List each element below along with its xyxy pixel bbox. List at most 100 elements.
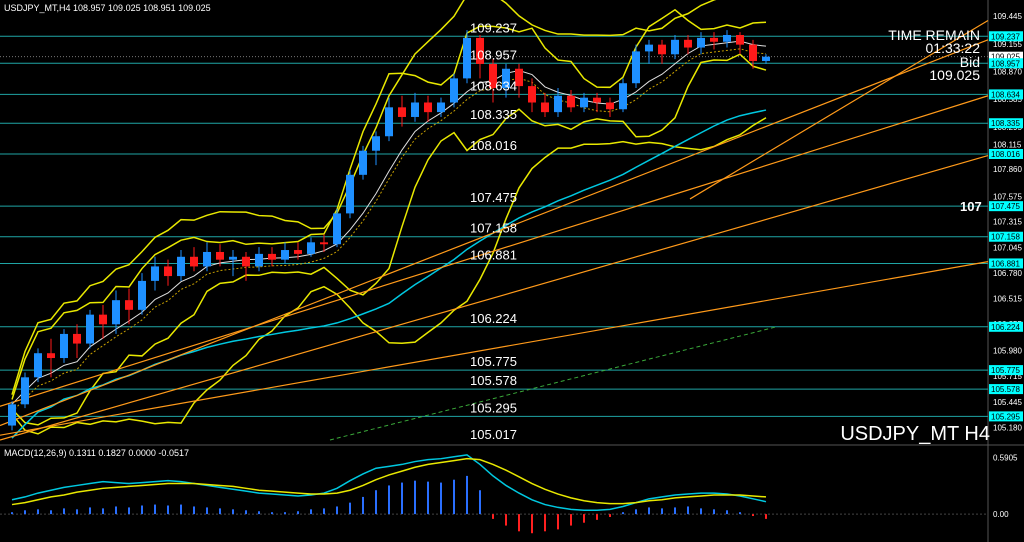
candle-body xyxy=(21,377,29,405)
candle-body xyxy=(554,95,562,113)
candle-body xyxy=(580,97,588,108)
macd-layer: 0.5905 0.00 xyxy=(0,454,1018,534)
candle-body xyxy=(658,44,666,55)
indicator-lines-layer xyxy=(11,0,767,439)
candle-body xyxy=(203,251,211,267)
candle-body xyxy=(73,333,81,344)
price-axis-tick: 105.980 xyxy=(993,346,1022,355)
price-axis-tick: 106.780 xyxy=(993,269,1022,278)
bollinger-upper-outer xyxy=(11,0,717,395)
macd-axis-tick: 0.00 xyxy=(993,510,1009,519)
candle-body xyxy=(294,250,302,254)
level-label: 105.017 xyxy=(470,427,517,442)
candle-body xyxy=(190,256,198,267)
trading-chart: 109.237 108.957 108.634 108.335 108.016 107.4… xyxy=(0,0,1024,542)
candle-body xyxy=(359,150,367,175)
marker-107: 107 xyxy=(960,199,982,214)
symbol-title: USDJPY_MT H4 xyxy=(840,423,990,445)
candle-body xyxy=(762,56,770,62)
candle-body xyxy=(593,97,601,103)
price-tag-label: 106.224 xyxy=(991,323,1020,332)
candle-body xyxy=(437,102,445,113)
macd-header-label: MACD(12,26,9) 0.1311 0.1827 0.0000 -0.05… xyxy=(4,448,189,458)
level-label: 106.881 xyxy=(470,247,517,262)
candle-body xyxy=(671,39,679,55)
price-tag-label: 108.016 xyxy=(991,150,1020,159)
price-axis-layer: 109.445109.155108.870108.585108.295108.1… xyxy=(989,12,1023,432)
candle-body xyxy=(398,107,406,117)
level-label: 107.158 xyxy=(470,221,517,236)
price-tag-label: 109.237 xyxy=(991,32,1020,41)
price-axis-tick: 105.180 xyxy=(993,423,1022,432)
price-axis-tick: 109.155 xyxy=(993,40,1022,49)
price-axis-tick: 108.870 xyxy=(993,68,1022,77)
candle-body xyxy=(229,256,237,260)
price-tag-label: 106.881 xyxy=(991,259,1020,268)
candle-body xyxy=(619,83,627,110)
candle-body xyxy=(164,266,172,277)
bollinger-lower-outer xyxy=(11,117,767,435)
level-label: 105.578 xyxy=(470,373,517,388)
candle-body xyxy=(268,253,276,260)
candle-body xyxy=(47,353,55,359)
price-axis-tick: 107.575 xyxy=(993,193,1022,202)
candle-body xyxy=(177,256,185,277)
candle-body xyxy=(385,107,393,137)
candle-body xyxy=(138,280,146,310)
candle-body xyxy=(242,256,250,267)
bollinger-upper-inner xyxy=(11,8,767,400)
price-tag-label: 105.775 xyxy=(991,366,1020,375)
price-axis-tick: 107.045 xyxy=(993,244,1022,253)
price-chart-svg: 109.237 108.957 108.634 108.335 108.016 107.4… xyxy=(0,0,1024,542)
candle-body xyxy=(645,44,653,52)
price-tag-label: 108.634 xyxy=(991,90,1020,99)
candle-body xyxy=(333,213,341,245)
price-tag-label: 108.957 xyxy=(991,59,1020,68)
candle-body xyxy=(86,314,94,344)
candle-body xyxy=(8,404,16,426)
candle-body xyxy=(411,102,419,117)
price-axis-tick: 107.860 xyxy=(993,165,1022,174)
macd-axis-tick: 0.5905 xyxy=(993,454,1018,463)
price-axis-tick: 108.115 xyxy=(993,140,1022,149)
candle-body xyxy=(112,300,120,325)
price-tag-label: 105.578 xyxy=(991,385,1020,394)
candle-body xyxy=(684,39,692,48)
level-labels-layer: 109.237 108.957 108.634 108.335 108.016 107.4… xyxy=(470,20,517,442)
level-label: 108.957 xyxy=(470,47,517,62)
level-label: 106.224 xyxy=(470,311,517,326)
candle-body xyxy=(567,95,575,108)
candle-body xyxy=(307,242,315,254)
price-tag-label: 107.475 xyxy=(991,202,1020,211)
price-tag-label: 108.335 xyxy=(991,119,1020,128)
candle-body xyxy=(749,44,757,62)
candle-body xyxy=(372,136,380,151)
price-axis-tick: 109.445 xyxy=(993,12,1022,21)
candle-body xyxy=(632,51,640,84)
candle-body xyxy=(424,102,432,113)
price-axis-tick: 106.515 xyxy=(993,295,1022,304)
candle-body xyxy=(723,35,731,42)
level-label: 109.237 xyxy=(470,20,517,35)
candle-body xyxy=(710,37,718,42)
candle-body xyxy=(528,86,536,103)
candle-body xyxy=(125,300,133,310)
candle-body xyxy=(216,251,224,260)
main-header-label: USDJPY_MT,H4 108.957 109.025 108.951 109… xyxy=(4,3,211,13)
candle-body xyxy=(346,174,354,214)
candle-body xyxy=(60,333,68,359)
candle-body xyxy=(736,35,744,45)
candle-body xyxy=(255,253,263,267)
level-label: 107.475 xyxy=(470,190,517,205)
price-tag-label: 105.295 xyxy=(991,412,1020,421)
bid-value: 109.025 xyxy=(929,67,980,83)
candle-body xyxy=(697,37,705,48)
price-tag-label: 107.158 xyxy=(991,233,1020,242)
candle-body xyxy=(541,102,549,113)
price-axis-tick: 105.445 xyxy=(993,398,1022,407)
price-axis-tick: 107.315 xyxy=(993,218,1022,227)
level-label: 108.335 xyxy=(470,107,517,122)
level-label: 105.295 xyxy=(470,400,517,415)
candle-body xyxy=(606,102,614,110)
candle-body xyxy=(34,353,42,378)
